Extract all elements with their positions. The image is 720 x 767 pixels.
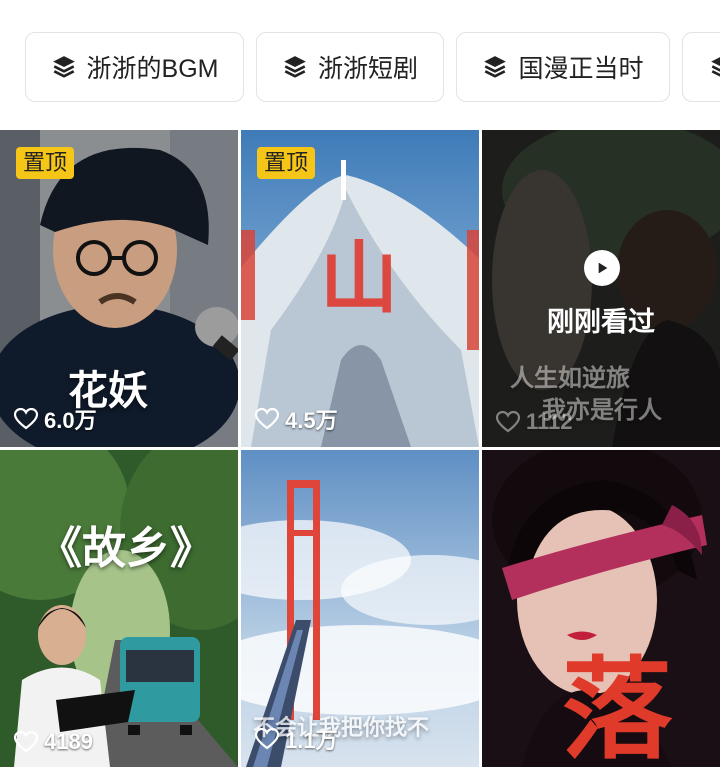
video-caption: 落	[562, 645, 672, 767]
play-icon	[598, 262, 608, 274]
heart-icon	[255, 408, 279, 430]
video-grid: 置顶 花妖 6.0万 山 置顶 4.5万 刚刚看过 人生如逆旅 我亦是行人 11…	[0, 130, 720, 767]
play-button[interactable]	[584, 250, 620, 286]
chip-label: 浙浙的BGM	[86, 55, 219, 83]
like-count-value: 6.0万	[44, 408, 97, 433]
like-count: 6.0万	[14, 403, 97, 435]
video-thumbnail	[0, 450, 238, 767]
video-caption: 《故乡》	[38, 523, 214, 574]
collection-chip-partial[interactable]	[682, 32, 720, 102]
video-caption: 人生如逆旅	[510, 363, 630, 392]
layers-icon	[484, 56, 507, 78]
chip-label: 国漫正当时	[518, 55, 644, 83]
like-count: 4.5万	[255, 403, 338, 435]
collection-chip-guoman[interactable]: 国漫正当时	[456, 32, 670, 102]
video-card[interactable]: 《故乡》 4189	[0, 450, 238, 767]
recently-watched-label: 刚刚看过	[547, 307, 655, 337]
like-count: 4189	[14, 729, 93, 755]
collection-chip-bgm[interactable]: 浙浙的BGM	[25, 32, 244, 102]
heart-icon	[14, 731, 38, 753]
svg-text:山: 山	[320, 233, 398, 324]
pinned-badge: 置顶	[16, 147, 75, 179]
like-count-value: 4189	[44, 729, 93, 754]
video-card[interactable]: 落	[482, 450, 720, 767]
like-count-value: 1112	[526, 409, 573, 434]
heart-icon	[496, 411, 520, 433]
like-count-value: 1.1万	[285, 728, 338, 753]
collection-chips-bar[interactable]: 浙浙的BGM 浙浙短剧 国漫正当时	[0, 8, 720, 130]
layers-icon	[711, 57, 720, 77]
video-card[interactable]: 不会让我把你找不 1.1万	[241, 450, 479, 767]
layers-icon	[52, 56, 75, 78]
like-count: 1112	[496, 409, 573, 435]
layers-icon	[284, 56, 306, 78]
video-card[interactable]: 置顶 花妖 6.0万	[0, 130, 238, 447]
like-count-value: 4.5万	[285, 408, 338, 433]
chip-label: 浙浙短剧	[317, 55, 418, 83]
pinned-badge: 置顶	[257, 147, 316, 179]
heart-icon	[255, 728, 279, 750]
video-card[interactable]: 刚刚看过 人生如逆旅 我亦是行人 1112	[482, 130, 720, 447]
like-count: 1.1万	[255, 723, 338, 755]
collection-chip-short-drama[interactable]: 浙浙短剧	[256, 32, 444, 102]
heart-icon	[14, 408, 38, 430]
video-card[interactable]: 山 置顶 4.5万	[241, 130, 479, 447]
